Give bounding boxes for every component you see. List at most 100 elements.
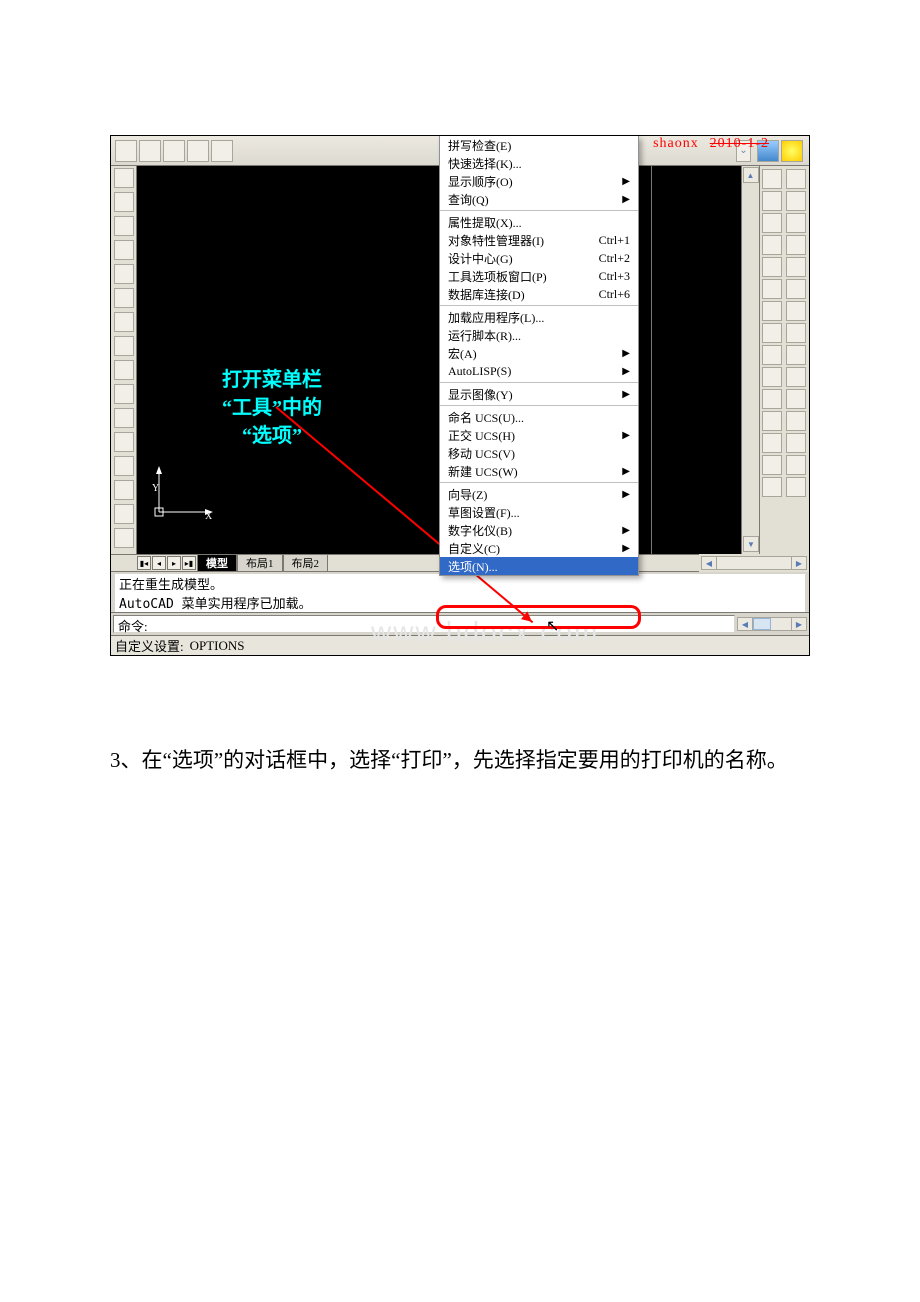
tool-icon[interactable]	[762, 301, 782, 321]
tool-icon[interactable]	[114, 456, 134, 476]
tool-icon[interactable]	[786, 213, 806, 233]
menu-item-label: 设计中心(G)	[448, 250, 593, 267]
tool-icon[interactable]	[114, 192, 134, 212]
menu-item[interactable]: 运行脚本(R)...	[440, 326, 638, 344]
tool-icon[interactable]	[762, 433, 782, 453]
menu-item[interactable]: 对象特性管理器(I)Ctrl+1	[440, 231, 638, 249]
tool-icon[interactable]	[762, 455, 782, 475]
scroll-up-icon[interactable]: ▲	[743, 167, 759, 183]
tool-icon[interactable]	[114, 480, 134, 500]
tool-icon[interactable]	[114, 216, 134, 236]
menu-item[interactable]: 宏(A)▶	[440, 344, 638, 362]
scroll-right-icon[interactable]: ▶	[791, 556, 807, 570]
scroll-down-icon[interactable]: ▼	[743, 536, 759, 552]
tool-icon[interactable]	[114, 384, 134, 404]
command-input[interactable]: 命令:	[113, 615, 735, 633]
tool-icon[interactable]	[786, 169, 806, 189]
vertical-scrollbar[interactable]: ▲ ▼	[741, 166, 759, 554]
tool-icon[interactable]	[786, 367, 806, 387]
tool-icon[interactable]	[786, 191, 806, 211]
tool-icon[interactable]	[786, 411, 806, 431]
tool-icon[interactable]	[762, 389, 782, 409]
menu-item-label: 移动 UCS(V)	[448, 445, 630, 462]
toolbar-button[interactable]	[187, 140, 209, 162]
tool-icon[interactable]	[786, 323, 806, 343]
scroll-left-icon[interactable]: ◀	[701, 556, 717, 570]
tool-icon[interactable]	[762, 169, 782, 189]
bulb-icon[interactable]	[781, 140, 803, 162]
tool-icon[interactable]	[114, 408, 134, 428]
tool-icon[interactable]	[114, 168, 134, 188]
command-scroll[interactable]: ◀ ▶	[737, 617, 807, 631]
menu-item[interactable]: 移动 UCS(V)	[440, 444, 638, 462]
tool-icon[interactable]	[762, 411, 782, 431]
toolbar-button[interactable]	[211, 140, 233, 162]
tab-layout1[interactable]: 布局1	[237, 555, 283, 571]
scroll-left-icon[interactable]: ◀	[737, 617, 753, 631]
menu-item[interactable]: 正交 UCS(H)▶	[440, 426, 638, 444]
menu-item-label: 加载应用程序(L)...	[448, 309, 630, 326]
tab-layout2[interactable]: 布局2	[283, 555, 329, 571]
menu-item[interactable]: 快速选择(K)...	[440, 154, 638, 172]
menu-item[interactable]: 查询(Q)▶	[440, 190, 638, 208]
tool-icon[interactable]	[114, 504, 134, 524]
menu-item[interactable]: 属性提取(X)...	[440, 213, 638, 231]
tool-icon[interactable]	[786, 235, 806, 255]
tool-icon[interactable]	[762, 345, 782, 365]
tool-icon[interactable]	[762, 235, 782, 255]
menu-item[interactable]: 拼写检查(E)	[440, 136, 638, 154]
menu-item[interactable]: AutoLISP(S)▶	[440, 362, 638, 380]
tool-icon[interactable]	[762, 367, 782, 387]
tool-icon[interactable]	[786, 433, 806, 453]
menu-item[interactable]: 向导(Z)▶	[440, 485, 638, 503]
status-bar: 自定义设置: OPTIONS	[111, 635, 809, 655]
tool-icon[interactable]	[786, 477, 806, 497]
scroll-right-icon[interactable]: ▶	[791, 617, 807, 631]
tool-icon[interactable]	[762, 191, 782, 211]
right-dark-pane	[651, 166, 741, 554]
toolbar-button[interactable]	[163, 140, 185, 162]
tool-icon[interactable]	[762, 279, 782, 299]
menu-item[interactable]: 显示图像(Y)▶	[440, 385, 638, 403]
tab-first-icon[interactable]: ▮◂	[137, 556, 151, 570]
tool-icon[interactable]	[114, 432, 134, 452]
tool-icon[interactable]	[114, 360, 134, 380]
menu-item[interactable]: 草图设置(F)...	[440, 503, 638, 521]
tool-icon[interactable]	[762, 257, 782, 277]
toolbar-button[interactable]	[115, 140, 137, 162]
menu-item[interactable]: 新建 UCS(W)▶	[440, 462, 638, 480]
tool-icon[interactable]	[786, 301, 806, 321]
menu-item[interactable]: 设计中心(G)Ctrl+2	[440, 249, 638, 267]
menu-item[interactable]: 工具选项板窗口(P)Ctrl+3	[440, 267, 638, 285]
document-step-text: 3、在“选项”的对话框中，选择“打印”，先选择指定要用的打印机的名称。	[110, 744, 920, 774]
tool-icon[interactable]	[762, 477, 782, 497]
tab-last-icon[interactable]: ▸▮	[182, 556, 196, 570]
log-line: 正在重生成模型。	[119, 574, 801, 593]
tab-model[interactable]: 模型	[197, 555, 237, 571]
horizontal-scrollbar[interactable]: ◀ ▶	[699, 554, 809, 572]
menu-item[interactable]: 自定义(C)▶	[440, 539, 638, 557]
tool-icon[interactable]	[786, 257, 806, 277]
menu-item[interactable]: 命名 UCS(U)...	[440, 408, 638, 426]
tool-icon[interactable]	[786, 345, 806, 365]
tool-icon[interactable]	[786, 389, 806, 409]
menu-item[interactable]: 数字化仪(B)▶	[440, 521, 638, 539]
tool-icon[interactable]	[114, 288, 134, 308]
tab-next-icon[interactable]: ▸	[167, 556, 181, 570]
tool-icon[interactable]	[786, 279, 806, 299]
menu-item[interactable]: 显示顺序(O)▶	[440, 172, 638, 190]
tool-icon[interactable]	[762, 213, 782, 233]
menu-item[interactable]: 加载应用程序(L)...	[440, 308, 638, 326]
tool-icon[interactable]	[762, 323, 782, 343]
tool-icon[interactable]	[114, 336, 134, 356]
menu-item[interactable]: 选项(N)...	[440, 557, 638, 575]
menu-item[interactable]: 数据库连接(D)Ctrl+6	[440, 285, 638, 303]
tool-icon[interactable]	[114, 312, 134, 332]
tool-icon[interactable]	[114, 240, 134, 260]
annotation-text: 打开菜单栏 “工具”中的 “选项”	[222, 366, 322, 450]
tool-icon[interactable]	[114, 264, 134, 284]
tab-prev-icon[interactable]: ◂	[152, 556, 166, 570]
tool-icon[interactable]	[114, 528, 134, 548]
toolbar-button[interactable]	[139, 140, 161, 162]
tool-icon[interactable]	[786, 455, 806, 475]
